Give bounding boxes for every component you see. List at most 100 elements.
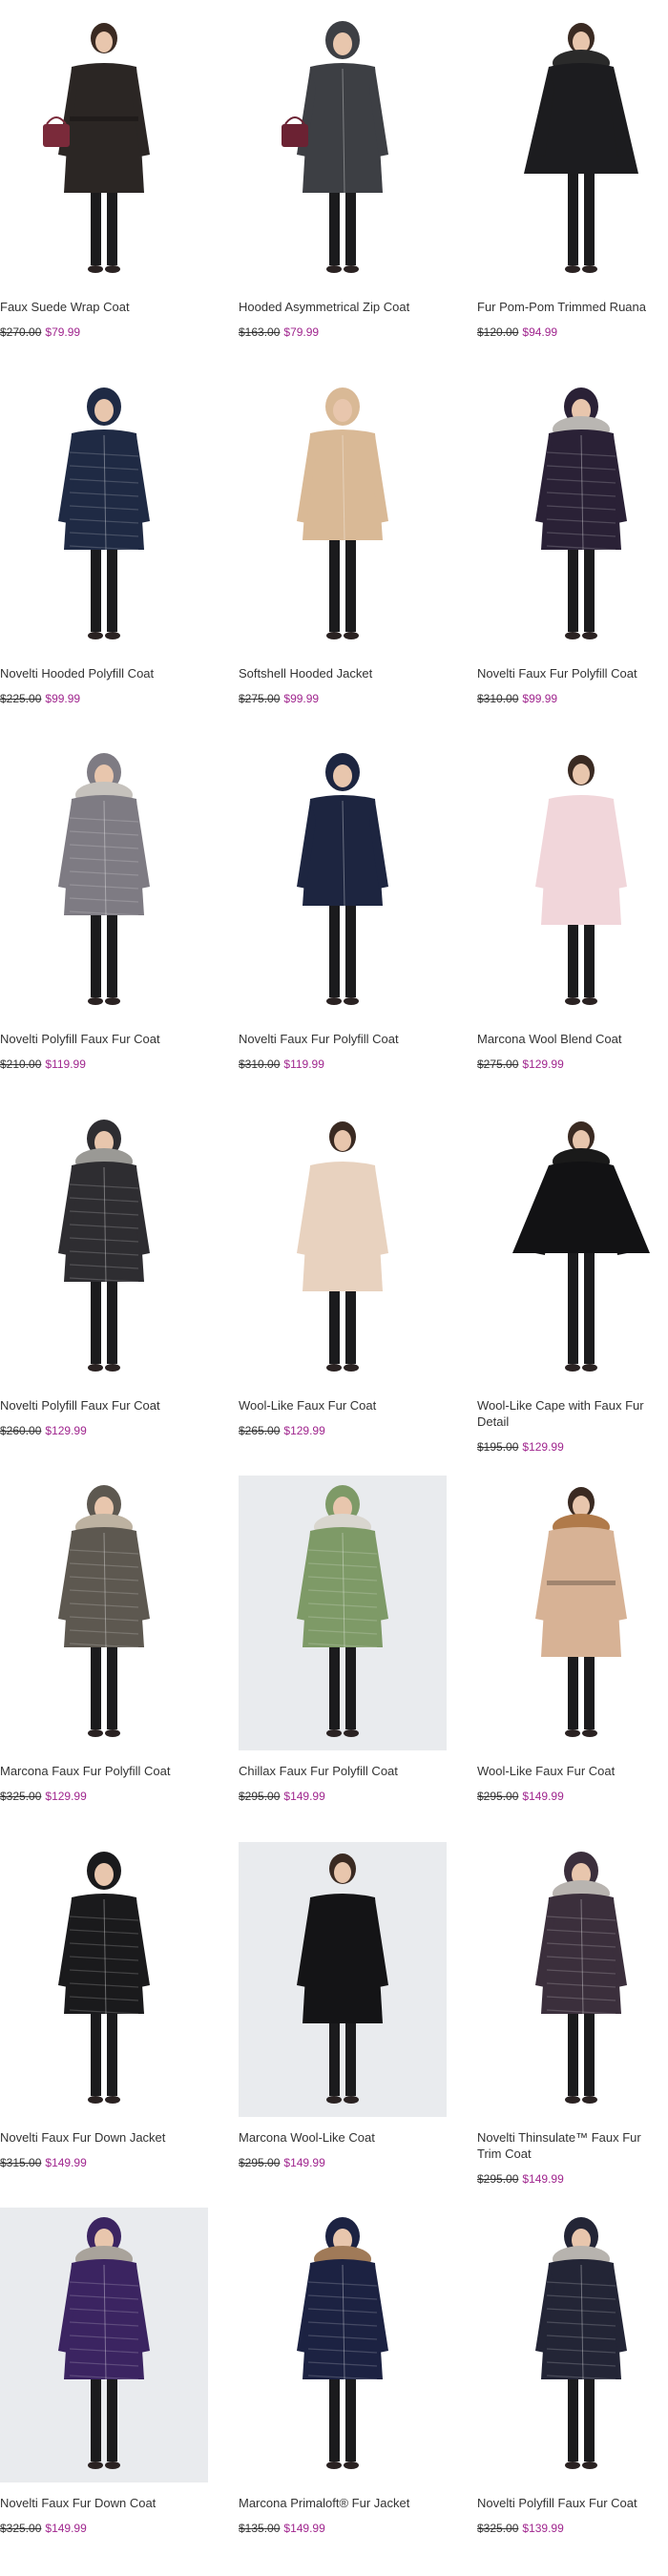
product-image[interactable] (239, 1109, 447, 1385)
product-prices: $195.00 $129.99 (477, 1440, 564, 1455)
product-card[interactable]: Novelti Faux Fur Down Coat $325.00 $149.99 (0, 2196, 239, 2563)
product-card[interactable]: Marcona Wool-Like Coat $295.00 $149.99 (239, 1831, 477, 2197)
coat-photo-icon (297, 387, 388, 639)
product-image[interactable] (477, 1476, 668, 1750)
coat-photo-icon (535, 1487, 627, 1737)
original-price: $295.00 (477, 2171, 519, 2186)
product-card[interactable]: Wool-Like Faux Fur Coat $295.00 $149.99 (477, 1464, 668, 1831)
product-prices: $210.00 $119.99 (0, 1058, 86, 1072)
original-price: $135.00 (239, 2522, 281, 2535)
product-title[interactable]: Fur Pom-Pom Trimmed Ruana (477, 299, 658, 315)
product-title[interactable]: Novelti Polyfill Faux Fur Coat (0, 1031, 191, 1047)
coat-photo-icon (282, 21, 388, 273)
product-image[interactable] (239, 2208, 447, 2482)
product-title[interactable]: Novelti Polyfill Faux Fur Coat (477, 2495, 658, 2511)
product-prices: $270.00 $79.99 (0, 325, 80, 340)
product-image[interactable] (477, 743, 668, 1018)
product-image[interactable] (477, 1841, 668, 2117)
product-card[interactable]: Wool-Like Cape with Faux Fur Detail $195.… (477, 1099, 668, 1465)
product-image[interactable] (0, 377, 208, 653)
product-title[interactable]: Novelti Polyfill Faux Fur Coat (0, 1397, 191, 1414)
product-image[interactable] (239, 11, 447, 286)
product-image[interactable] (239, 1476, 447, 1750)
product-image[interactable] (0, 1841, 208, 2117)
product-image[interactable] (0, 1109, 208, 1385)
product-title[interactable]: Softshell Hooded Jacket (239, 665, 429, 681)
product-card[interactable]: Novelti Faux Fur Polyfill Coat $310.00 $99… (477, 367, 668, 733)
product-card[interactable]: Novelti Polyfill Faux Fur Coat $325.00 $13… (477, 2196, 668, 2563)
product-title[interactable]: Wool-Like Cape with Faux Fur Detail (477, 1397, 658, 1430)
product-title[interactable]: Novelti Faux Fur Polyfill Coat (239, 1031, 429, 1047)
product-image[interactable] (0, 743, 208, 1018)
original-price: $295.00 (239, 2155, 281, 2169)
product-card[interactable]: Novelti Thinsulate™ Faux Fur Trim Coat $2… (477, 1831, 668, 2197)
sale-price: $129.99 (45, 1423, 87, 1437)
product-card[interactable]: Marcona Wool Blend Coat $275.00 $129.99 (477, 732, 668, 1099)
product-card[interactable]: Novelti Polyfill Faux Fur Coat $210.00 $11… (0, 732, 239, 1099)
product-card[interactable]: Hooded Asymmetrical Zip Coat $163.00 $79.9… (239, 0, 477, 367)
original-price: $325.00 (477, 2522, 519, 2535)
product-card[interactable]: Novelti Faux Fur Down Jacket $315.00 $149.… (0, 1831, 239, 2197)
sale-price: $79.99 (283, 325, 320, 339)
product-title[interactable]: Marcona Faux Fur Polyfill Coat (0, 1763, 191, 1779)
sale-price: $129.99 (45, 1790, 87, 1803)
product-prices: $260.00 $129.99 (0, 1424, 87, 1438)
product-title[interactable]: Novelti Faux Fur Polyfill Coat (477, 665, 658, 681)
sale-price: $149.99 (283, 2155, 325, 2169)
sale-price: $149.99 (283, 1790, 325, 1803)
coat-photo-icon (58, 1851, 150, 2104)
product-prices: $315.00 $149.99 (0, 2156, 87, 2170)
original-price: $225.00 (0, 691, 42, 705)
product-image[interactable] (0, 11, 208, 286)
product-grid: Faux Suede Wrap Coat $270.00 $79.99 Hooded … (0, 0, 668, 2576)
original-price: $295.00 (239, 1790, 281, 1803)
product-prices: $325.00 $139.99 (477, 2522, 564, 2536)
sale-price: $99.99 (283, 691, 320, 705)
product-image[interactable] (239, 743, 447, 1018)
coat-photo-icon (535, 755, 627, 1005)
product-image[interactable] (477, 377, 668, 653)
product-title[interactable]: Novelti Thinsulate™ Faux Fur Trim Coat (477, 2129, 658, 2162)
product-title[interactable]: Hooded Asymmetrical Zip Coat (239, 299, 429, 315)
product-title[interactable]: Novelti Faux Fur Down Jacket (0, 2129, 191, 2146)
product-image[interactable] (477, 1109, 668, 1385)
product-title[interactable]: Faux Suede Wrap Coat (0, 299, 191, 315)
product-title[interactable]: Novelti Hooded Polyfill Coat (0, 665, 191, 681)
original-price: $275.00 (477, 1058, 519, 1071)
product-image[interactable] (0, 1476, 208, 1750)
product-title[interactable]: Novelti Faux Fur Down Coat (0, 2495, 191, 2511)
product-prices: $325.00 $129.99 (0, 1790, 87, 1804)
product-image[interactable] (477, 11, 668, 286)
product-prices: $310.00 $99.99 (477, 692, 557, 706)
product-image[interactable] (477, 2208, 668, 2482)
product-image[interactable] (239, 1841, 447, 2117)
product-card[interactable]: Chillax Faux Fur Polyfill Coat $295.00 $14… (239, 1464, 477, 1831)
product-prices: $120.00 $94.99 (477, 325, 557, 340)
product-title[interactable]: Chillax Faux Fur Polyfill Coat (239, 1763, 429, 1779)
product-card[interactable]: Novelti Faux Fur Polyfill Coat $310.00 $11… (239, 732, 477, 1099)
sale-price: $149.99 (522, 2171, 564, 2186)
product-title[interactable]: Wool-Like Faux Fur Coat (239, 1397, 429, 1414)
sale-price: $149.99 (45, 2522, 87, 2535)
coat-photo-icon (43, 23, 150, 273)
product-card[interactable]: Novelti Hooded Polyfill Coat $225.00 $99.9… (0, 367, 239, 733)
product-title[interactable]: Wool-Like Faux Fur Coat (477, 1763, 658, 1779)
product-card[interactable]: Softshell Hooded Jacket $275.00 $99.99 (239, 367, 477, 733)
product-image[interactable] (239, 377, 447, 653)
coat-photo-icon (297, 1853, 388, 2104)
product-title[interactable]: Marcona Wool Blend Coat (477, 1031, 658, 1047)
product-title[interactable]: Marcona Wool-Like Coat (239, 2129, 429, 2146)
product-image[interactable] (0, 2208, 208, 2482)
product-card[interactable]: Fur Pom-Pom Trimmed Ruana $120.00 $94.99 (477, 0, 668, 367)
sale-price: $79.99 (45, 325, 81, 339)
sale-price: $139.99 (522, 2522, 564, 2535)
product-card[interactable]: Wool-Like Faux Fur Coat $265.00 $129.99 (239, 1099, 477, 1465)
product-card[interactable]: Novelti Polyfill Faux Fur Coat $260.00 $12… (0, 1099, 239, 1465)
product-card[interactable]: Faux Suede Wrap Coat $270.00 $79.99 (0, 0, 239, 367)
product-card[interactable]: Marcona Faux Fur Polyfill Coat $325.00 $12… (0, 1464, 239, 1831)
product-card[interactable]: Marcona Primaloft® Fur Jacket $135.00 $149… (239, 2196, 477, 2563)
sale-price: $129.99 (283, 1423, 325, 1437)
coat-photo-icon (297, 1120, 388, 1372)
product-prices: $163.00 $79.99 (239, 325, 319, 340)
product-title[interactable]: Marcona Primaloft® Fur Jacket (239, 2495, 429, 2511)
